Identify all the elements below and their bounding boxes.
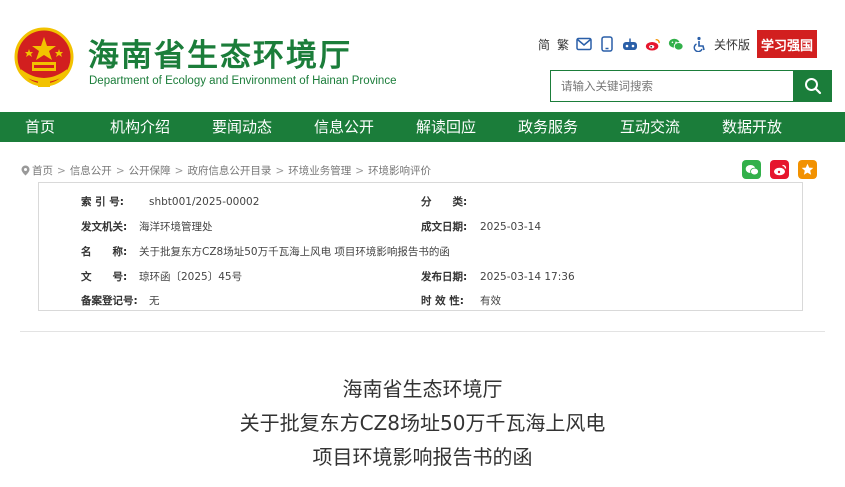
docno-label: 文 号: xyxy=(81,271,128,283)
search-button[interactable] xyxy=(793,70,832,102)
traditional-chinese-link[interactable]: 繁 xyxy=(557,36,569,53)
meta-row: 备案登记号: 无 时 效 性: 有效 xyxy=(39,289,804,313)
nav-item-services[interactable]: 政务服务 xyxy=(518,112,578,142)
accessibility-icon[interactable] xyxy=(691,36,707,52)
mobile-icon[interactable] xyxy=(599,36,615,52)
search-icon xyxy=(804,78,821,95)
index-value: shbt001/2025-00002 xyxy=(149,196,260,208)
breadcrumb-catalog[interactable]: 政府信息公开目录 xyxy=(187,163,271,178)
breadcrumb-disclosure[interactable]: 信息公开 xyxy=(70,163,112,178)
site-header: 海南省生态环境厅 Department of Ecology and Envir… xyxy=(0,0,845,112)
breadcrumb-separator: > xyxy=(355,164,365,177)
nav-item-about[interactable]: 机构介绍 xyxy=(110,112,170,142)
validity-value: 有效 xyxy=(480,295,501,307)
app-icon[interactable] xyxy=(622,36,638,52)
meta-row: 索 引 号: shbt001/2025-00002 分 类: xyxy=(39,190,804,214)
star-icon xyxy=(801,163,814,175)
document-title-line-2: 关于批复东方CZ8场址50万千瓦海上风电 xyxy=(239,411,606,435)
share-weibo-button[interactable] xyxy=(770,160,789,179)
issuer-label: 发文机关: xyxy=(81,221,128,233)
breadcrumb-separator: > xyxy=(57,164,66,177)
xuexi-qiangguo-logo[interactable]: 学习强国 xyxy=(756,30,817,58)
weibo-icon xyxy=(773,164,786,175)
nav-item-interaction[interactable]: 互动交流 xyxy=(620,112,680,142)
wechat-icon xyxy=(745,164,759,175)
breadcrumb-separator: > xyxy=(115,164,125,177)
care-mode-link[interactable]: 关怀版 xyxy=(714,36,750,53)
site-subtitle: Department of Ecology and Environment of… xyxy=(89,75,397,87)
document-title-line-1: 海南省生态环境厅 xyxy=(342,377,503,401)
main-nav: 首页 机构介绍 要闻动态 信息公开 解读回应 政务服务 互动交流 数据开放 xyxy=(0,112,845,142)
issuer-value: 海洋环境管理处 xyxy=(139,221,213,233)
validity-label: 时 效 性: xyxy=(421,295,465,307)
search-box xyxy=(550,70,793,102)
simplified-chinese-link[interactable]: 简 xyxy=(538,36,550,53)
breadcrumb-eia[interactable]: 环境影响评价 xyxy=(368,163,431,178)
national-emblem-icon xyxy=(14,27,74,87)
pubdate-label: 发布日期: xyxy=(421,271,468,283)
breadcrumb-separator: > xyxy=(275,164,285,177)
wechat-icon[interactable] xyxy=(668,36,684,52)
nav-item-interpretation[interactable]: 解读回应 xyxy=(416,112,476,142)
location-pin-icon xyxy=(21,165,30,176)
name-value: 关于批复东方CZ8场址50万千瓦海上风电 项目环境影响报告书的函 xyxy=(139,246,450,258)
document-meta-box: 索 引 号: shbt001/2025-00002 分 类: 发文机关: 海洋环… xyxy=(38,182,803,311)
meta-row: 名 称: 关于批复东方CZ8场址50万千瓦海上风电 项目环境影响报告书的函 xyxy=(39,240,804,264)
site-title: 海南省生态环境厅 xyxy=(88,38,352,74)
docno-value: 琼环函〔2025〕45号 xyxy=(139,271,243,283)
category-label: 分 类: xyxy=(421,196,468,208)
nav-item-home[interactable]: 首页 xyxy=(25,112,55,142)
xuexi-logo-text: 学习强国 xyxy=(760,38,813,54)
share-wechat-button[interactable] xyxy=(742,160,761,179)
meta-row: 发文机关: 海洋环境管理处 成文日期: 2025-03-14 xyxy=(39,215,804,239)
name-label: 名 称: xyxy=(81,246,128,258)
content-divider xyxy=(20,331,825,332)
date-label: 成文日期: xyxy=(421,221,468,233)
breadcrumb-separator: > xyxy=(174,164,184,177)
search-input[interactable] xyxy=(551,71,793,101)
index-label: 索 引 号: xyxy=(81,196,125,208)
record-value: 无 xyxy=(149,295,160,307)
pubdate-value: 2025-03-14 17:36 xyxy=(480,271,575,283)
record-label: 备案登记号: xyxy=(81,295,138,307)
breadcrumb: 首页 > 信息公开 > 公开保障 > 政府信息公开目录 > 环境业务管理 > 环… xyxy=(21,163,431,178)
breadcrumb-business[interactable]: 环境业务管理 xyxy=(288,163,351,178)
favorite-button[interactable] xyxy=(798,160,817,179)
document-title-line-3: 项目环境影响报告书的函 xyxy=(312,445,533,469)
nav-item-open-data[interactable]: 数据开放 xyxy=(722,112,782,142)
nav-item-news[interactable]: 要闻动态 xyxy=(212,112,272,142)
top-tools: 简 繁 关怀版 学习强国 xyxy=(538,30,817,58)
meta-row: 文 号: 琼环函〔2025〕45号 发布日期: 2025-03-14 17:36 xyxy=(39,265,804,289)
weibo-icon[interactable] xyxy=(645,36,661,52)
breadcrumb-guarantee[interactable]: 公开保障 xyxy=(129,163,171,178)
date-value: 2025-03-14 xyxy=(480,221,542,233)
mail-icon[interactable] xyxy=(576,36,592,52)
nav-item-disclosure[interactable]: 信息公开 xyxy=(314,112,374,142)
breadcrumb-home[interactable]: 首页 xyxy=(32,163,53,178)
